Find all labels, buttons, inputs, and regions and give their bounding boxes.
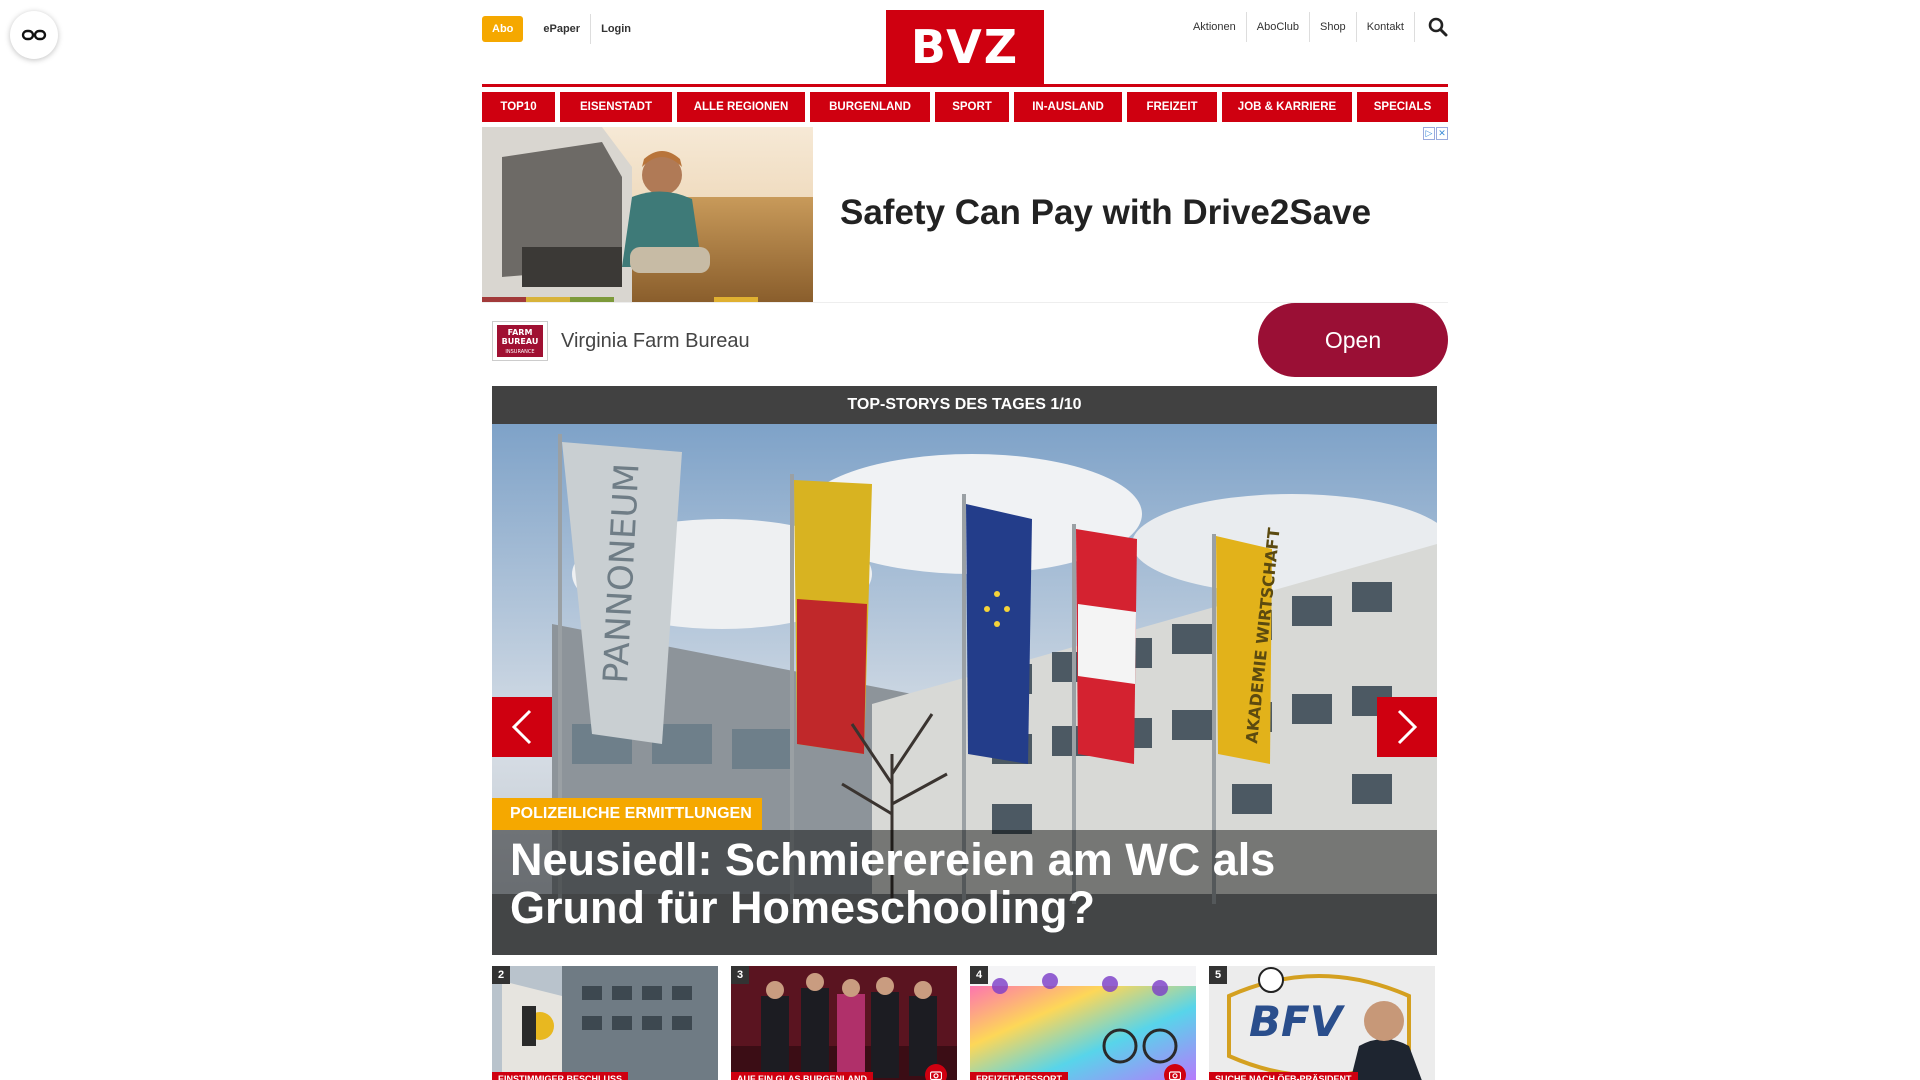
ad-image[interactable] (482, 127, 813, 302)
header-left-links: Abo ePaper Login (482, 14, 641, 44)
close-icon[interactable]: ✕ (1436, 127, 1448, 140)
aboclub-link[interactable]: AboClub (1245, 12, 1309, 42)
nav-specials[interactable]: SPECIALS (1357, 92, 1448, 122)
thumb-number: 4 (970, 966, 988, 984)
header-right-links: Aktionen AboClub Shop Kontakt (1183, 12, 1448, 42)
abo-button[interactable]: Abo (482, 16, 524, 42)
accessibility-button[interactable] (10, 11, 58, 59)
nav-job-karriere[interactable]: JOB & KARRIERE (1222, 92, 1352, 122)
hero-story[interactable]: PANNONEUM AKADEMIE WIRTSCHAFT POLIZEILIC… (492, 424, 1437, 955)
ad-open-button[interactable]: Open (1258, 303, 1448, 377)
thumb-image-2 (492, 966, 718, 1080)
story-thumb-4[interactable]: 4 FREIZEIT-RESSORT (970, 966, 1196, 1080)
ad-brand[interactable]: FARM BUREAU INSURANCE Virginia Farm Bure… (492, 321, 750, 361)
thumb-image-5: BFV (1209, 966, 1435, 1080)
site-logo[interactable]: BVZ (886, 10, 1044, 84)
hero-category-tag[interactable]: POLIZEILICHE ERMITTLUNGEN (492, 798, 762, 830)
thumb-label[interactable]: EINSTIMMIGER BESCHLUSS (492, 1072, 629, 1080)
nav-freizeit[interactable]: FREIZEIT (1127, 92, 1217, 122)
glasses-icon (21, 29, 47, 41)
adchoices[interactable]: ▷ ✕ (1423, 127, 1448, 140)
carousel-next-button[interactable] (1377, 697, 1437, 757)
ad-brand-name[interactable]: Virginia Farm Bureau (561, 330, 750, 353)
thumb-label[interactable]: AUF EIN GLAS BURGENLAND (731, 1072, 873, 1080)
nav-burgenland[interactable]: BURGENLAND (810, 92, 930, 122)
chevron-left-icon (511, 709, 532, 745)
nav-in-ausland[interactable]: IN-AUSLAND (1014, 92, 1122, 122)
nav-sport[interactable]: SPORT (935, 92, 1009, 122)
kontakt-link[interactable]: Kontakt (1355, 12, 1414, 42)
thumb-label[interactable]: SUCHE NACH ÖFB-PRÄSIDENT (1209, 1072, 1358, 1080)
nav-alle-regionen[interactable]: ALLE REGIONEN (677, 92, 805, 122)
search-icon (1428, 17, 1448, 37)
thumb-number: 2 (492, 966, 510, 984)
adchoices-play-icon[interactable]: ▷ (1423, 127, 1435, 140)
farm-logo-line2: BUREAU (502, 337, 539, 346)
shop-link[interactable]: Shop (1308, 12, 1356, 42)
farm-logo-line1: FARM (508, 328, 533, 337)
thumb-image-3 (731, 966, 957, 1080)
story-thumb-5[interactable]: BFV 5 SUCHE NACH ÖFB-PRÄSIDENT (1209, 966, 1435, 1080)
top-stories: TOP-STORYS DES TAGES 1/10 PANNONEUM AKAD… (492, 386, 1437, 1080)
bfv-logo-text: BFV (1249, 997, 1346, 1046)
thumb-number: 3 (731, 966, 749, 984)
login-link[interactable]: Login (590, 14, 641, 44)
ad-headline[interactable]: Safety Can Pay with Drive2Save (840, 193, 1371, 233)
thumb-label[interactable]: FREIZEIT-RESSORT (970, 1072, 1069, 1080)
header-divider (482, 84, 1448, 87)
thumb-image-4 (970, 966, 1196, 1080)
farm-logo-line3: INSURANCE (505, 349, 534, 355)
page-wrapper: Abo ePaper Login BVZ Aktionen AboClub Sh… (482, 0, 1448, 1080)
thumb-number: 5 (1209, 966, 1227, 984)
farm-bureau-logo: FARM BUREAU INSURANCE (492, 321, 548, 361)
story-thumbnails: 2 EINSTIMMIGER BESCHLUSS 3 AUF EIN GLAS … (492, 966, 1437, 1080)
camera-icon (1164, 1064, 1186, 1080)
advertisement[interactable]: Safety Can Pay with Drive2Save ▷ ✕ FARM … (482, 127, 1448, 379)
chevron-right-icon (1397, 709, 1418, 745)
hero-headline[interactable]: Neusiedl: Schmierereien am WC als Grund … (492, 830, 1437, 955)
carousel-prev-button[interactable] (492, 697, 552, 757)
camera-icon (925, 1064, 947, 1080)
nav-eisenstadt[interactable]: EISENSTADT (560, 92, 672, 122)
aktionen-link[interactable]: Aktionen (1183, 12, 1246, 42)
story-thumb-2[interactable]: 2 EINSTIMMIGER BESCHLUSS (492, 966, 718, 1080)
site-header: Abo ePaper Login BVZ Aktionen AboClub Sh… (482, 0, 1448, 84)
main-navigation: TOP10 EISENSTADT ALLE REGIONEN BURGENLAN… (482, 92, 1448, 122)
story-thumb-3[interactable]: 3 AUF EIN GLAS BURGENLAND (731, 966, 957, 1080)
search-button[interactable] (1414, 12, 1448, 42)
epaper-link[interactable]: ePaper (533, 14, 590, 44)
top-stories-heading: TOP-STORYS DES TAGES 1/10 (492, 386, 1437, 424)
nav-top10[interactable]: TOP10 (482, 92, 555, 122)
